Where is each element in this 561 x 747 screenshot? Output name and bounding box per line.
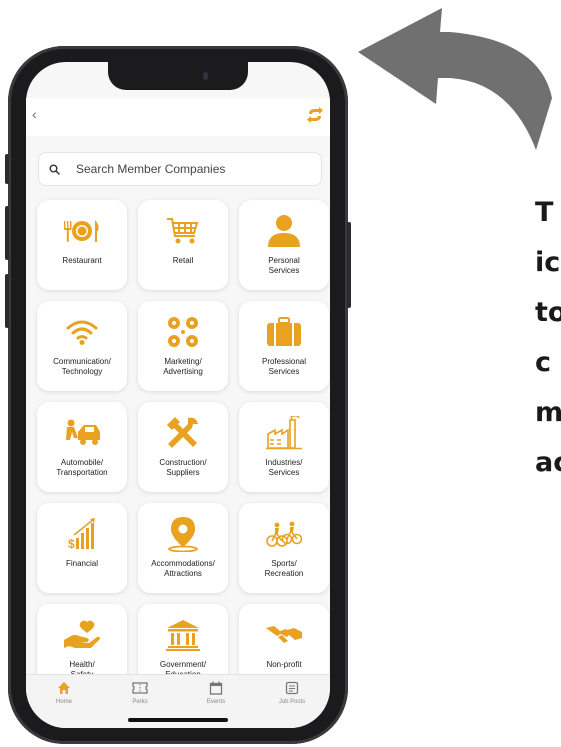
category-label: Retail [172, 256, 194, 265]
category-label: Professional Services [261, 357, 307, 376]
factory-icon [266, 416, 302, 450]
location-pin-icon [167, 517, 199, 552]
category-grid: Restaurant Retail Personal Services Comm… [37, 200, 329, 694]
search-bar[interactable] [38, 152, 322, 186]
tools-icon [166, 416, 200, 450]
volume-down-button [5, 274, 9, 328]
category-tile-retail[interactable]: Retail [138, 200, 228, 290]
category-label: Accommodations/ Attractions [151, 559, 215, 578]
home-icon [58, 682, 70, 694]
power-button [347, 222, 351, 308]
bank-building-icon [166, 618, 200, 652]
volume-up-button [5, 206, 9, 260]
svg-text:$: $ [68, 537, 75, 551]
caption-line: T [535, 197, 554, 228]
tab-label: Perks [132, 699, 148, 705]
caption-line: ic [535, 247, 561, 278]
caption-line: to [535, 297, 561, 328]
caption-line: m [535, 397, 561, 428]
category-tile-marketing[interactable]: Marketing/ Advertising [138, 301, 228, 391]
finance-chart-icon: $ [65, 517, 99, 551]
cyclists-icon [266, 517, 302, 551]
tab-label: Job Posts [278, 699, 306, 705]
category-tile-communication[interactable]: Communication/ Technology [37, 301, 127, 391]
handshake-icon [265, 618, 303, 652]
category-label: Financial [65, 559, 98, 568]
tab-label: Events [206, 699, 226, 705]
tab-job-posts[interactable]: Job Posts [257, 675, 327, 728]
refresh-icon[interactable] [306, 106, 324, 129]
category-tile-professional-services[interactable]: Professional Services [239, 301, 329, 391]
search-input[interactable] [74, 161, 298, 177]
restaurant-icon [62, 214, 102, 248]
job-card-icon [285, 681, 299, 695]
category-label: Restaurant [62, 256, 102, 265]
briefcase-icon [266, 315, 302, 349]
ticket-icon [132, 682, 148, 694]
home-indicator [128, 718, 228, 722]
category-label: Marketing/ Advertising [163, 357, 203, 376]
search-icon [49, 164, 60, 175]
category-label: Non-profit [266, 660, 302, 669]
calendar-icon [209, 681, 223, 695]
app-bar: ‹ [26, 98, 330, 136]
category-label: Communication/ Technology [53, 357, 111, 376]
tab-home[interactable]: Home [29, 675, 99, 728]
curved-arrow-icon [358, 8, 552, 150]
category-tile-financial[interactable]: $ Financial [37, 503, 127, 593]
category-label: Industries/ Services [265, 458, 303, 477]
person-icon [266, 214, 302, 248]
category-tile-sports[interactable]: Sports/ Recreation [239, 503, 329, 593]
camera [203, 72, 208, 80]
network-icon [165, 315, 201, 349]
category-tile-personal-services[interactable]: Personal Services [239, 200, 329, 290]
category-label: Automobile/ Transportation [56, 458, 108, 477]
heart-hand-icon [63, 618, 101, 652]
category-tile-automobile[interactable]: Automobile/ Transportation [37, 402, 127, 492]
caption-line: ac [535, 447, 561, 478]
mute-switch [5, 154, 9, 184]
category-tile-restaurant[interactable]: Restaurant [37, 200, 127, 290]
wifi-icon [65, 315, 99, 349]
category-label: Sports/ Recreation [264, 559, 304, 578]
category-label: Construction/ Suppliers [159, 458, 207, 477]
notch [108, 62, 248, 90]
back-icon[interactable]: ‹ [32, 106, 37, 122]
car-repair-icon [62, 416, 102, 450]
caption-line: c [535, 347, 552, 378]
category-label: Personal Services [268, 256, 300, 275]
phone-frame: ‹ Search Member Companies Restaurant Ret… [5, 46, 351, 744]
category-tile-accommodations[interactable]: Accommodations/ Attractions [138, 503, 228, 593]
shopping-cart-icon [166, 214, 200, 248]
tab-label: Home [55, 699, 72, 705]
caption-text: T ic to c m ac [535, 188, 561, 488]
category-tile-construction[interactable]: Construction/ Suppliers [138, 402, 228, 492]
app-screen: ‹ Search Member Companies Restaurant Ret… [26, 62, 330, 728]
category-tile-industries[interactable]: Industries/ Services [239, 402, 329, 492]
